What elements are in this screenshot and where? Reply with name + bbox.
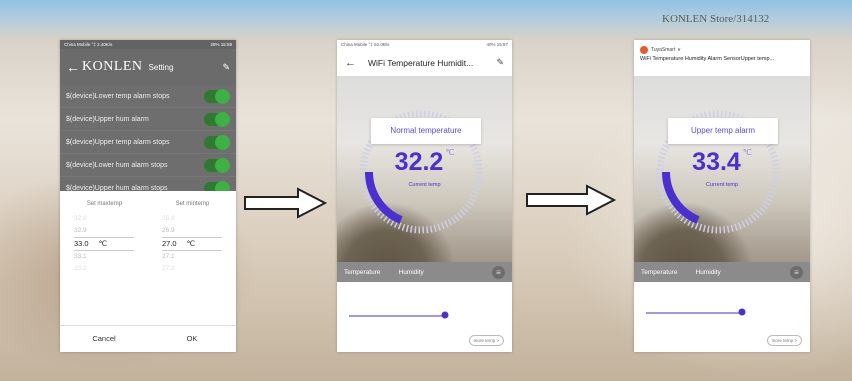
settings-header: ← KONLEN Setting ✎ xyxy=(60,49,236,85)
wheel-option: 26.8 xyxy=(162,215,175,222)
setting-row: $(device)Upper hum alarm xyxy=(60,108,236,131)
temp-unit: ℃ xyxy=(742,148,752,157)
tuya-logo-icon xyxy=(640,46,648,54)
phone-notification-screen: TuyaSmart ∨ WiFi Temperature Humidity Al… xyxy=(634,40,810,352)
selected-value: 27.0 xyxy=(162,239,177,248)
temp-readout: 32.2 ℃ xyxy=(337,148,512,177)
app-name: TuyaSmart xyxy=(651,47,676,53)
status-left: China Mobile °‡ 52.0B/s xyxy=(341,42,390,47)
current-temp-label: Current temp xyxy=(408,182,441,188)
cancel-button[interactable]: Cancel xyxy=(60,326,148,352)
phone-settings-screen: China Mobile °‡ 2.40K/s 28% 15:59 ← KONL… xyxy=(60,40,236,352)
status-right: 28% 15:59 xyxy=(210,42,232,47)
unit-label: ℃ xyxy=(98,239,108,248)
temp-picker-sheet: Set maxtemp Set mintemp 32.8 32.9 33.0 ℃ … xyxy=(60,191,236,352)
mintemp-wheel[interactable]: 26.8 26.9 27.0 ℃ 27.1 27.2 xyxy=(162,213,222,275)
alarm-toggle[interactable] xyxy=(204,111,230,127)
settings-sliders-icon[interactable]: ≡ xyxy=(790,265,803,279)
alarm-toggle[interactable] xyxy=(204,157,230,173)
setting-label: $(device)Upper temp alarm stops xyxy=(66,138,170,146)
temp-value: 33.4 xyxy=(692,148,741,176)
edit-icon[interactable]: ✎ xyxy=(222,62,230,73)
toggle-knob xyxy=(215,134,230,150)
temperature-graph: more temp > xyxy=(337,282,512,352)
toggle-knob xyxy=(215,157,230,173)
selected-value: 33.0 xyxy=(74,239,89,248)
device-header: ← WiFi Temperature Humidit... ✎ xyxy=(337,49,512,76)
setting-label: $(device)Upper hum alarm xyxy=(66,115,149,123)
alarm-toggle[interactable] xyxy=(204,88,230,104)
mintemp-label: Set mintemp xyxy=(175,201,210,207)
status-bar: China Mobile °‡ 52.0B/s 40% 15:57 xyxy=(337,40,512,49)
tab-humidity[interactable]: Humidity xyxy=(696,269,721,276)
ok-button[interactable]: OK xyxy=(148,326,236,352)
device-title: WiFi Temperature Humidit... xyxy=(368,57,474,68)
settings-sliders-icon[interactable]: ≡ xyxy=(492,265,505,279)
status-bar: China Mobile °‡ 2.40K/s 28% 15:59 xyxy=(60,40,236,49)
wheel-option: 32.9 xyxy=(74,227,87,234)
wheel-option: 32.8 xyxy=(74,215,87,222)
brand-name: KONLEN xyxy=(82,59,143,74)
chevron-down-icon[interactable]: ∨ xyxy=(677,47,681,53)
status-right: 40% 15:57 xyxy=(486,42,508,47)
wheel-option: 33.1 xyxy=(74,253,87,260)
tab-humidity[interactable]: Humidity xyxy=(399,269,424,276)
setting-row: $(device)Lower temp alarm stops xyxy=(60,85,236,108)
toggle-knob xyxy=(215,88,230,104)
maxtemp-wheel[interactable]: 32.8 32.9 33.0 ℃ 33.1 33.2 xyxy=(74,213,134,275)
wheel-selected: 27.0 ℃ xyxy=(162,237,222,251)
temp-value: 32.2 xyxy=(394,148,444,176)
back-arrow-icon[interactable]: ← xyxy=(66,59,80,75)
phone-device-screen: China Mobile °‡ 52.0B/s 40% 15:57 ← WiFi… xyxy=(337,40,512,352)
setting-row: $(device)Upper temp alarm stops xyxy=(60,131,236,154)
wheel-option: 27.1 xyxy=(162,253,175,260)
back-arrow-icon[interactable]: ← xyxy=(345,57,356,69)
flow-arrow-icon xyxy=(526,184,617,216)
temp-readout: 33.4 ℃ xyxy=(634,148,810,177)
notification-title: WiFi Temperature Humidity Alarm SensorUp… xyxy=(640,56,775,62)
status-card: Upper temp alarm xyxy=(668,118,778,144)
setting-label: $(device)Lower hum alarm stops xyxy=(66,161,168,169)
tab-bar: Temperature Humidity ≡ xyxy=(337,262,512,282)
page-title: Setting xyxy=(148,62,174,72)
tab-bar: Temperature Humidity ≡ xyxy=(634,262,810,282)
more-temp-button[interactable]: more temp > xyxy=(766,335,802,346)
tab-temperature[interactable]: Temperature xyxy=(344,269,381,276)
app-header: TuyaSmart ∨ xyxy=(634,40,810,56)
store-watermark: KONLEN Store/314132 xyxy=(662,13,770,25)
temp-unit: ℃ xyxy=(445,148,455,157)
flow-arrow-icon xyxy=(244,187,328,219)
alarm-toggle[interactable] xyxy=(204,134,230,150)
wheel-selected: 33.0 ℃ xyxy=(74,237,134,251)
status-card: Normal temperature xyxy=(371,118,481,144)
tab-temperature[interactable]: Temperature xyxy=(641,269,678,276)
maxtemp-label: Set maxtemp xyxy=(86,201,123,207)
wheel-option: 33.2 xyxy=(74,265,87,272)
status-left: China Mobile °‡ 2.40K/s xyxy=(64,42,113,47)
toggle-knob xyxy=(215,111,230,127)
temperature-graph: more temp > xyxy=(634,282,810,352)
more-temp-button[interactable]: more temp > xyxy=(468,335,504,346)
wheel-option: 26.9 xyxy=(162,227,175,234)
unit-label: ℃ xyxy=(186,239,196,248)
edit-icon[interactable]: ✎ xyxy=(496,57,504,68)
wheel-option: 27.2 xyxy=(162,265,175,272)
setting-label: $(device)Lower temp alarm stops xyxy=(66,92,170,100)
setting-row: $(device)Lower hum alarm stops xyxy=(60,154,236,177)
current-temp-label: Current temp xyxy=(705,182,739,188)
